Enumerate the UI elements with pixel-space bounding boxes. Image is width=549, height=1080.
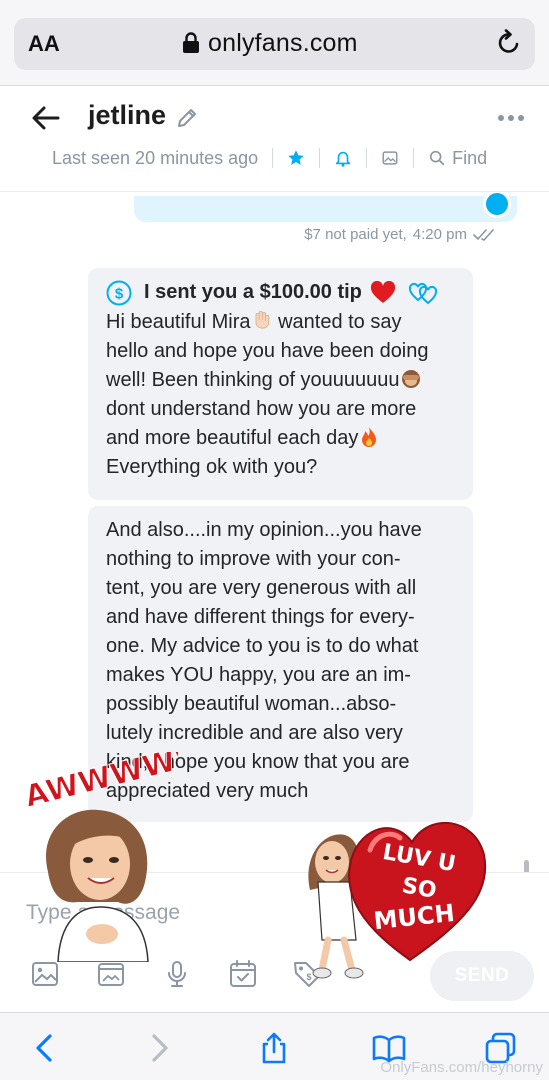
bitmoji-sticker-heart: LUV U SO MUCH bbox=[308, 821, 487, 979]
red-heart-icon bbox=[370, 280, 395, 303]
find-label: Find bbox=[452, 147, 488, 168]
svg-text:$: $ bbox=[115, 285, 124, 302]
chat-header: jetline Last seen 20 minutes ago Find bbox=[0, 86, 549, 192]
more-options-icon[interactable] bbox=[497, 108, 525, 128]
tip-text: I sent you a $100.00 tip bbox=[144, 281, 362, 303]
reload-icon[interactable] bbox=[495, 29, 523, 57]
watermark: OnlyFans.com/heyhorny bbox=[380, 1059, 543, 1076]
divider bbox=[413, 148, 415, 168]
share-icon[interactable] bbox=[257, 1031, 291, 1065]
tip-notice: $ I sent you a $100.00 tip bbox=[106, 278, 455, 307]
star-icon[interactable] bbox=[287, 149, 305, 167]
scrollbar[interactable] bbox=[524, 860, 529, 872]
bitmoji-sticker-awww: AWWWWW bbox=[21, 752, 178, 962]
url-field[interactable]: AA onlyfans.com bbox=[14, 18, 535, 70]
fire-icon bbox=[362, 427, 377, 447]
divider bbox=[272, 148, 274, 168]
search-icon bbox=[430, 150, 445, 166]
last-seen-status: Last seen 20 minutes ago bbox=[52, 147, 259, 168]
image-icon[interactable] bbox=[381, 149, 399, 167]
browser-forward-icon[interactable] bbox=[142, 1031, 176, 1065]
chat-subheader: Last seen 20 minutes ago Find bbox=[52, 144, 487, 172]
dollar-circle-icon: $ bbox=[106, 280, 132, 305]
waving-hand-icon bbox=[255, 311, 269, 329]
divider bbox=[366, 148, 368, 168]
bell-icon[interactable] bbox=[334, 149, 352, 167]
vault-icon[interactable] bbox=[96, 959, 126, 989]
lock-icon bbox=[183, 32, 199, 53]
outgoing-message[interactable] bbox=[134, 192, 517, 222]
message-time: 4:20 pm bbox=[412, 226, 467, 243]
see-no-evil-monkey-icon bbox=[401, 370, 420, 388]
schedule-calendar-icon[interactable] bbox=[228, 959, 258, 989]
paid-message-badge bbox=[483, 192, 511, 218]
message-text: Hi beautiful Mira wanted to say hello an… bbox=[106, 311, 429, 478]
url-text: onlyfans.com bbox=[208, 29, 358, 57]
payment-status: $7 not paid yet, bbox=[304, 226, 407, 243]
microphone-icon[interactable] bbox=[162, 959, 192, 989]
chat-username[interactable]: jetline bbox=[88, 100, 166, 131]
message-meta: $7 not paid yet, 4:20 pm bbox=[304, 226, 499, 243]
divider bbox=[319, 148, 321, 168]
incoming-message[interactable]: $ I sent you a $100.00 tip Hi beautiful … bbox=[88, 268, 473, 500]
image-upload-icon[interactable] bbox=[30, 959, 60, 989]
pencil-icon[interactable] bbox=[175, 106, 199, 130]
read-receipt-icon bbox=[473, 228, 494, 241]
find-button[interactable]: Find bbox=[428, 148, 487, 169]
browser-back-icon[interactable] bbox=[28, 1031, 62, 1065]
browser-address-bar: AA onlyfans.com bbox=[0, 0, 549, 86]
sticker-text-awww: AWWWWW bbox=[21, 752, 178, 815]
text-size-button[interactable]: AA bbox=[28, 31, 60, 57]
browser-toolbar: OnlyFans.com/heyhorny bbox=[0, 1012, 549, 1080]
blue-hearts-icon bbox=[408, 282, 437, 304]
back-arrow-icon[interactable] bbox=[30, 104, 62, 132]
